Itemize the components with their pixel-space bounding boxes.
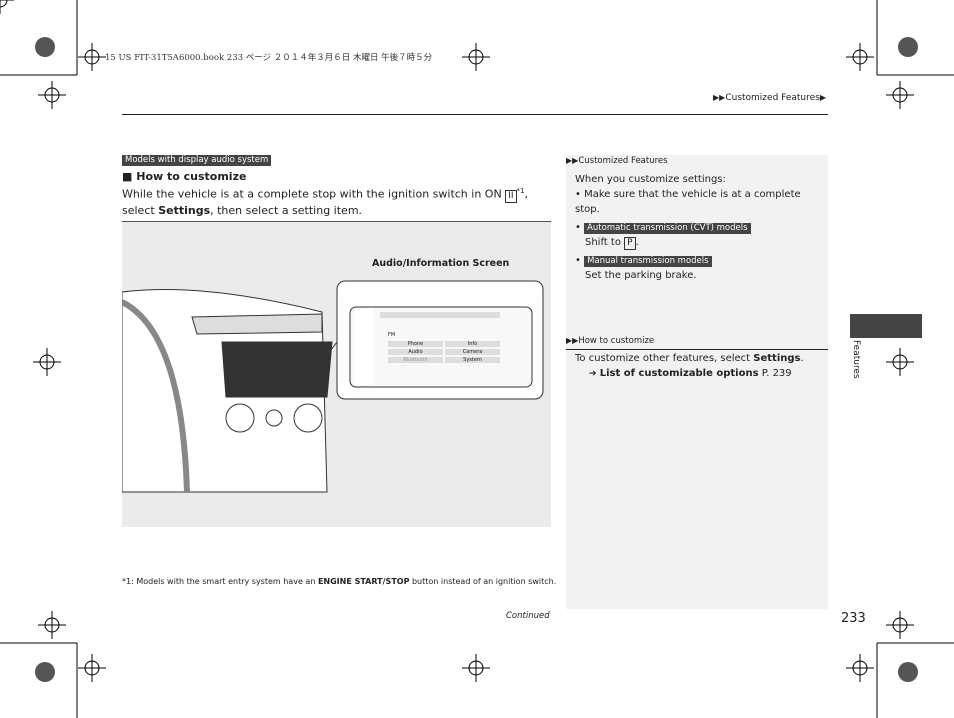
arrow-icon: ▶ <box>819 93 826 102</box>
header-rule <box>122 114 828 115</box>
figure-label: Audio/Information Screen <box>372 258 510 269</box>
screen-button-bluetooth[interactable]: Bluetooth <box>388 357 443 363</box>
section-heading: ■ How to customize <box>122 170 247 183</box>
ignition-key: II <box>505 189 517 203</box>
screen-button-info[interactable]: Info <box>445 341 500 347</box>
breadcrumb[interactable]: ▶▶Customized Features▶ <box>713 93 826 103</box>
bullet-3: • Manual transmission models <box>575 253 825 268</box>
arrow-icon: ▶▶ <box>713 93 726 102</box>
page-number: 233 <box>841 611 866 626</box>
reference-arrow-icon: ➔ <box>589 369 597 379</box>
body-text: While the vehicle is at a complete stop … <box>122 187 528 217</box>
section-title-customized: ▶▶Customized Features <box>566 156 668 166</box>
screen-button-system[interactable]: System <box>445 357 500 363</box>
footnote: *1: Models with the smart entry system h… <box>122 577 557 586</box>
screen-button-camera[interactable]: Camera <box>445 349 500 355</box>
screen-menu: FM Phone Info Audio Camera Bluetooth Sys… <box>388 332 500 363</box>
bullet-2: • Automatic transmission (CVT) models <box>575 220 825 235</box>
continued-label: Continued <box>506 611 550 621</box>
chapter-tab[interactable] <box>850 314 922 338</box>
screen-button-phone[interactable]: Phone <box>388 341 443 347</box>
bullet-1: • Make sure that the vehicle is at a com… <box>575 189 801 215</box>
model-tag: Models with display audio system <box>122 155 272 166</box>
section-title-how: ▶▶How to customize <box>566 336 655 346</box>
screen-button-audio[interactable]: Audio <box>388 349 443 355</box>
divider <box>566 349 828 350</box>
source-label: FM <box>388 332 396 338</box>
chapter-tab-label: Features <box>851 340 861 379</box>
manual-page: 15 US FIT-31T5A6000.book 233 ページ ２０１４年３月… <box>0 0 954 718</box>
sidebar-notes: ▶▶Customized Features When you customize… <box>566 155 828 609</box>
customizable-options-link[interactable]: ➔ List of customizable options P. 239 <box>575 366 825 382</box>
print-info: 15 US FIT-31T5A6000.book 233 ページ ２０１４年３月… <box>105 53 433 63</box>
